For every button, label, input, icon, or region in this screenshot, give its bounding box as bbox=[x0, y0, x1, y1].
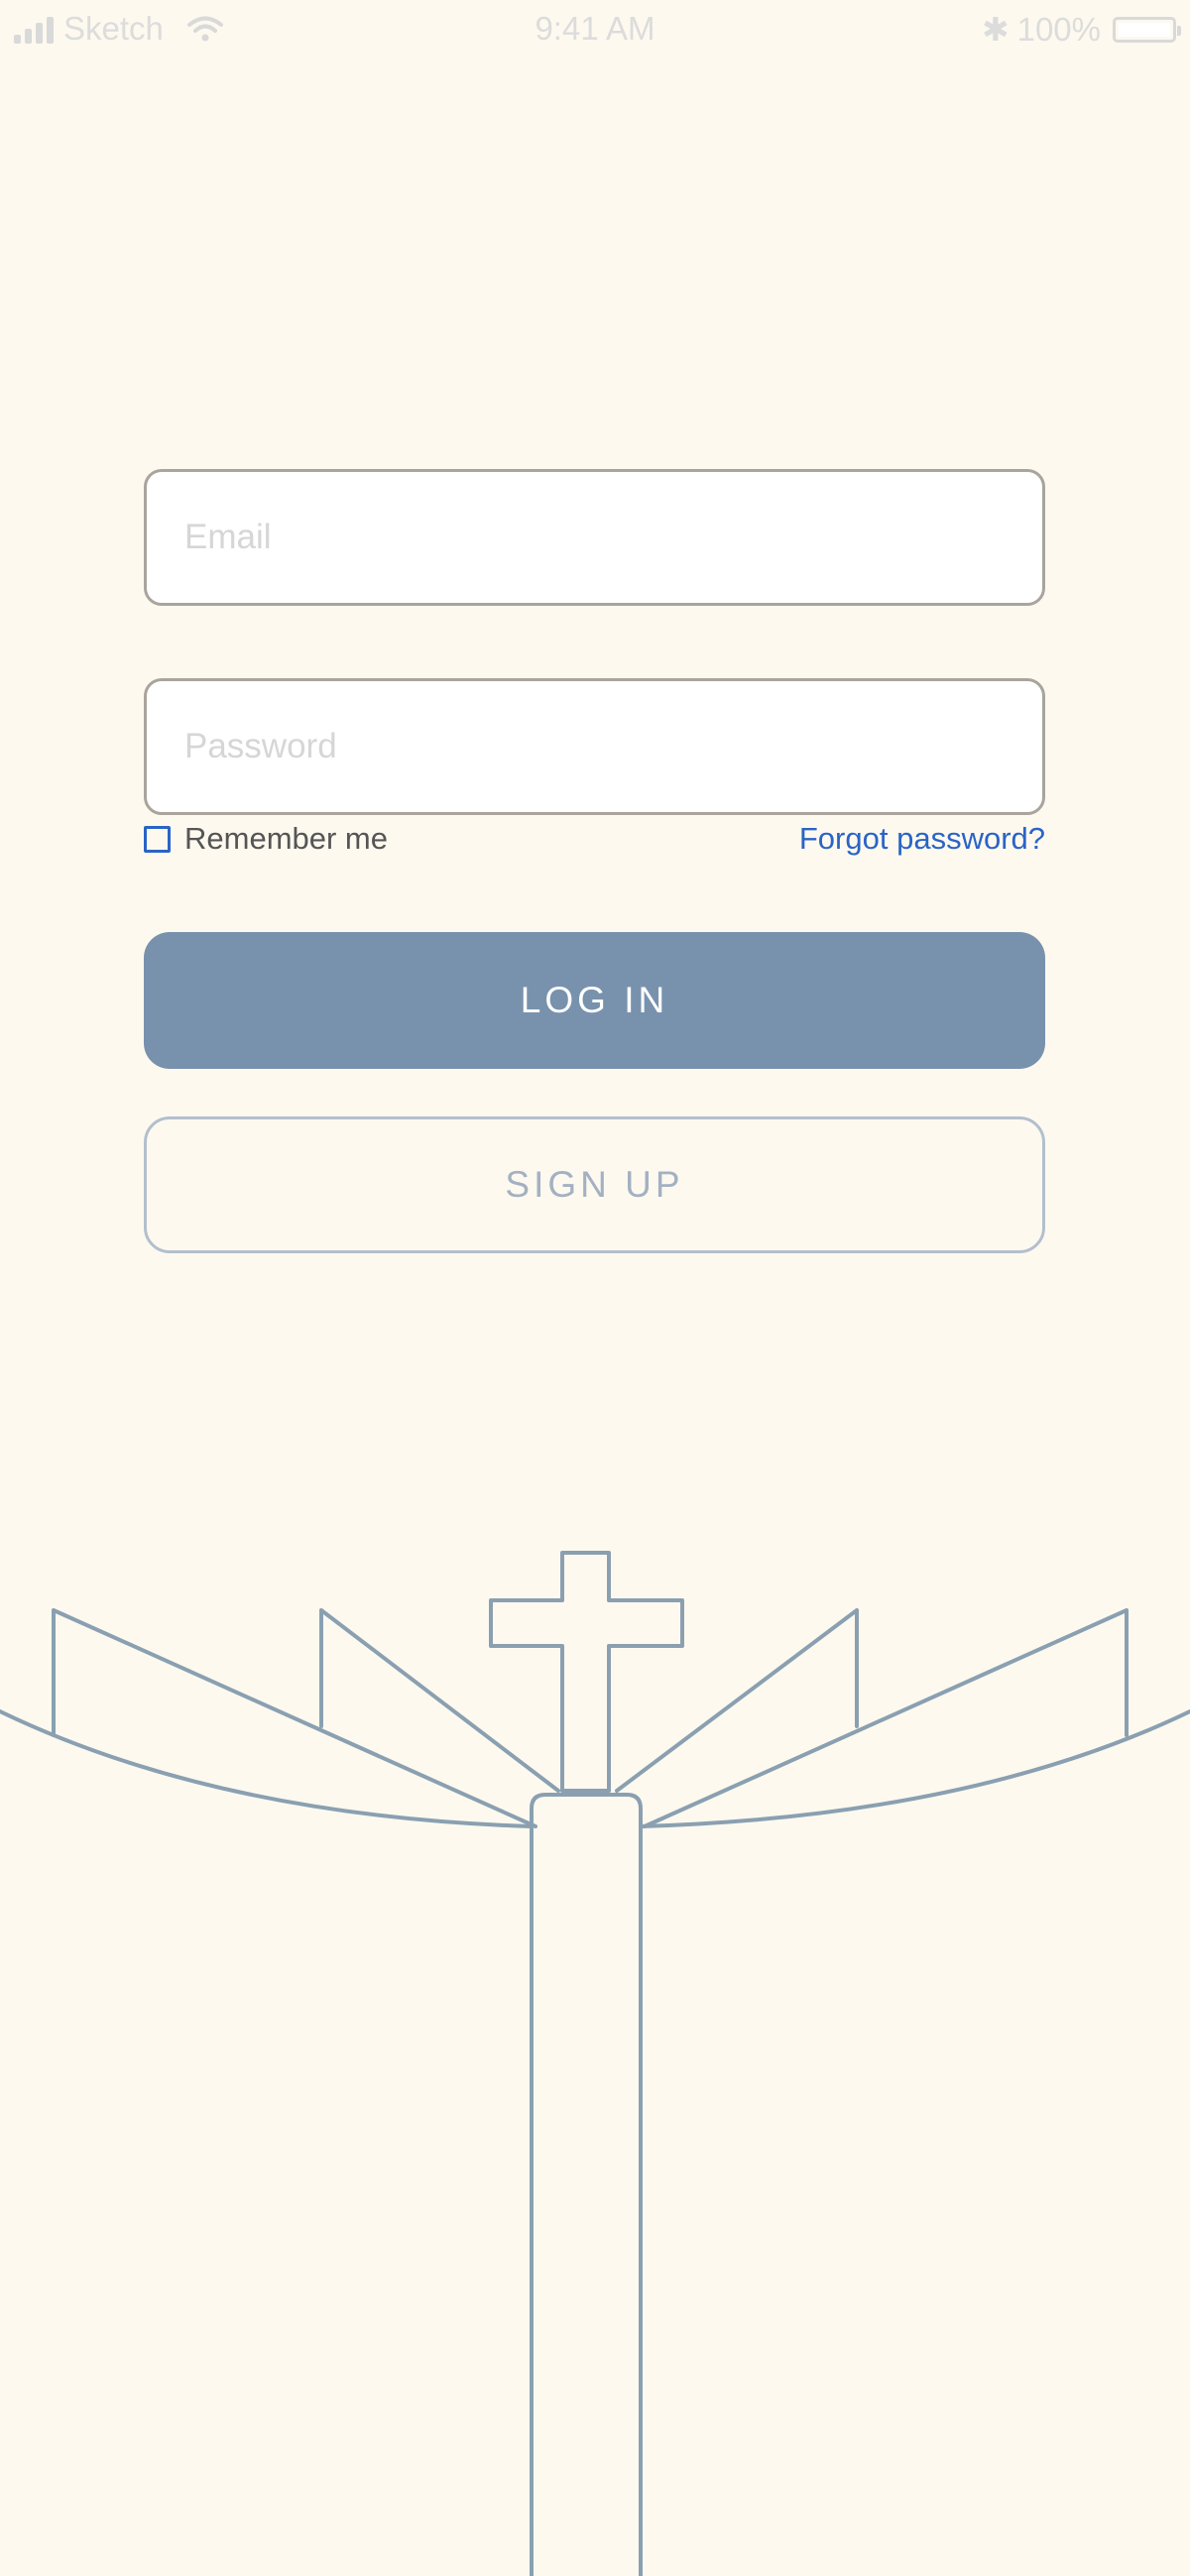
status-right: ✱ 100% bbox=[981, 10, 1181, 49]
battery-percentage: 100% bbox=[1016, 10, 1101, 48]
forgot-password-link[interactable]: Forgot password? bbox=[799, 821, 1045, 857]
right-page-inner bbox=[615, 1608, 859, 1793]
left-page-inner bbox=[319, 1608, 560, 1793]
right-arc bbox=[639, 1709, 1190, 1828]
right-page-outer bbox=[643, 1608, 1129, 1828]
remember-me[interactable]: Remember me bbox=[144, 821, 388, 857]
cross-shape bbox=[489, 1551, 684, 1793]
bluetooth-icon: ✱ bbox=[981, 11, 1010, 48]
remember-me-label: Remember me bbox=[184, 821, 388, 856]
battery-icon bbox=[1113, 16, 1181, 43]
left-arc bbox=[0, 1709, 534, 1828]
column-shape bbox=[530, 1793, 643, 2576]
status-bar: Sketch 9:41 AM ✱ 100% bbox=[0, 0, 1190, 59]
church-cross-illustration bbox=[0, 1551, 1190, 2576]
password-field[interactable] bbox=[144, 678, 1045, 815]
email-input[interactable] bbox=[147, 472, 1042, 603]
signup-button[interactable]: SIGN UP bbox=[144, 1116, 1045, 1253]
remember-me-checkbox[interactable] bbox=[144, 825, 171, 853]
email-field[interactable] bbox=[144, 469, 1045, 606]
password-input[interactable] bbox=[147, 681, 1042, 812]
login-button[interactable]: LOG IN bbox=[144, 932, 1045, 1069]
